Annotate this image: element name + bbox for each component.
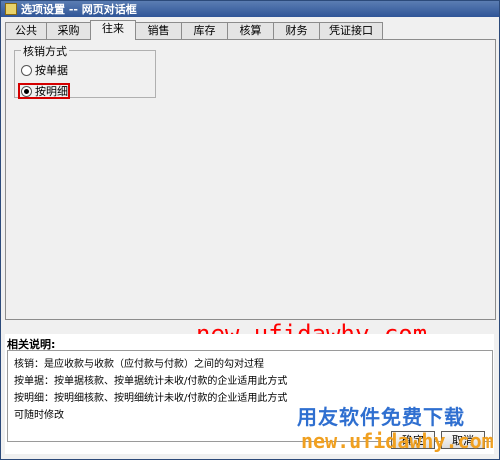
notes-line: 核销：是应收款与收款（应付款与付款）之间的勾对过程 bbox=[14, 359, 264, 370]
tab-bar: 公共 采购 往来 销售 库存 核算 财务 凭证接口 bbox=[5, 20, 495, 40]
title-bar[interactable]: 选项设置 -- 网页对话框 bbox=[1, 1, 499, 17]
tab-voucher-interface[interactable]: 凭证接口 bbox=[319, 22, 383, 39]
notes-line: 按明细：按明细核款、按明细统计未收/付款的企业适用此方式 bbox=[14, 393, 288, 404]
writeoff-method-group: 核销方式 按单据 按明细 bbox=[14, 43, 156, 99]
radio-unchecked-icon bbox=[21, 64, 32, 76]
watermark-brand: 用友软件免费下载 bbox=[297, 405, 465, 429]
dialog-icon bbox=[5, 3, 17, 15]
notes-line: 按单据：按单据核款、按单据统计未收/付款的企业适用此方式 bbox=[14, 376, 288, 387]
red-highlight-box bbox=[18, 83, 70, 99]
window-title: 选项设置 -- 网页对话框 bbox=[21, 3, 137, 16]
tab-panel: 核销方式 按单据 按明细 new.ufidawhy.com bbox=[5, 39, 496, 348]
tab-sales[interactable]: 销售 bbox=[135, 22, 182, 39]
tab-finance[interactable]: 财务 bbox=[273, 22, 320, 39]
tab-inventory[interactable]: 库存 bbox=[181, 22, 228, 39]
notes-line: 可随时修改 bbox=[14, 410, 64, 421]
radio-by-document[interactable]: 按单据 bbox=[21, 63, 68, 77]
options-dialog: 选项设置 -- 网页对话框 公共 采购 往来 销售 库存 核算 财务 凭证接口 … bbox=[0, 0, 500, 460]
radio-label: 按单据 bbox=[35, 64, 68, 77]
watermark-url-bottom: new.ufidawhy.com bbox=[301, 429, 494, 453]
group-title: 核销方式 bbox=[21, 43, 69, 59]
tab-public[interactable]: 公共 bbox=[5, 22, 47, 39]
tab-purchase[interactable]: 采购 bbox=[46, 22, 91, 39]
tab-current-accounts[interactable]: 往来 bbox=[90, 20, 136, 40]
tab-accounting[interactable]: 核算 bbox=[227, 22, 274, 39]
